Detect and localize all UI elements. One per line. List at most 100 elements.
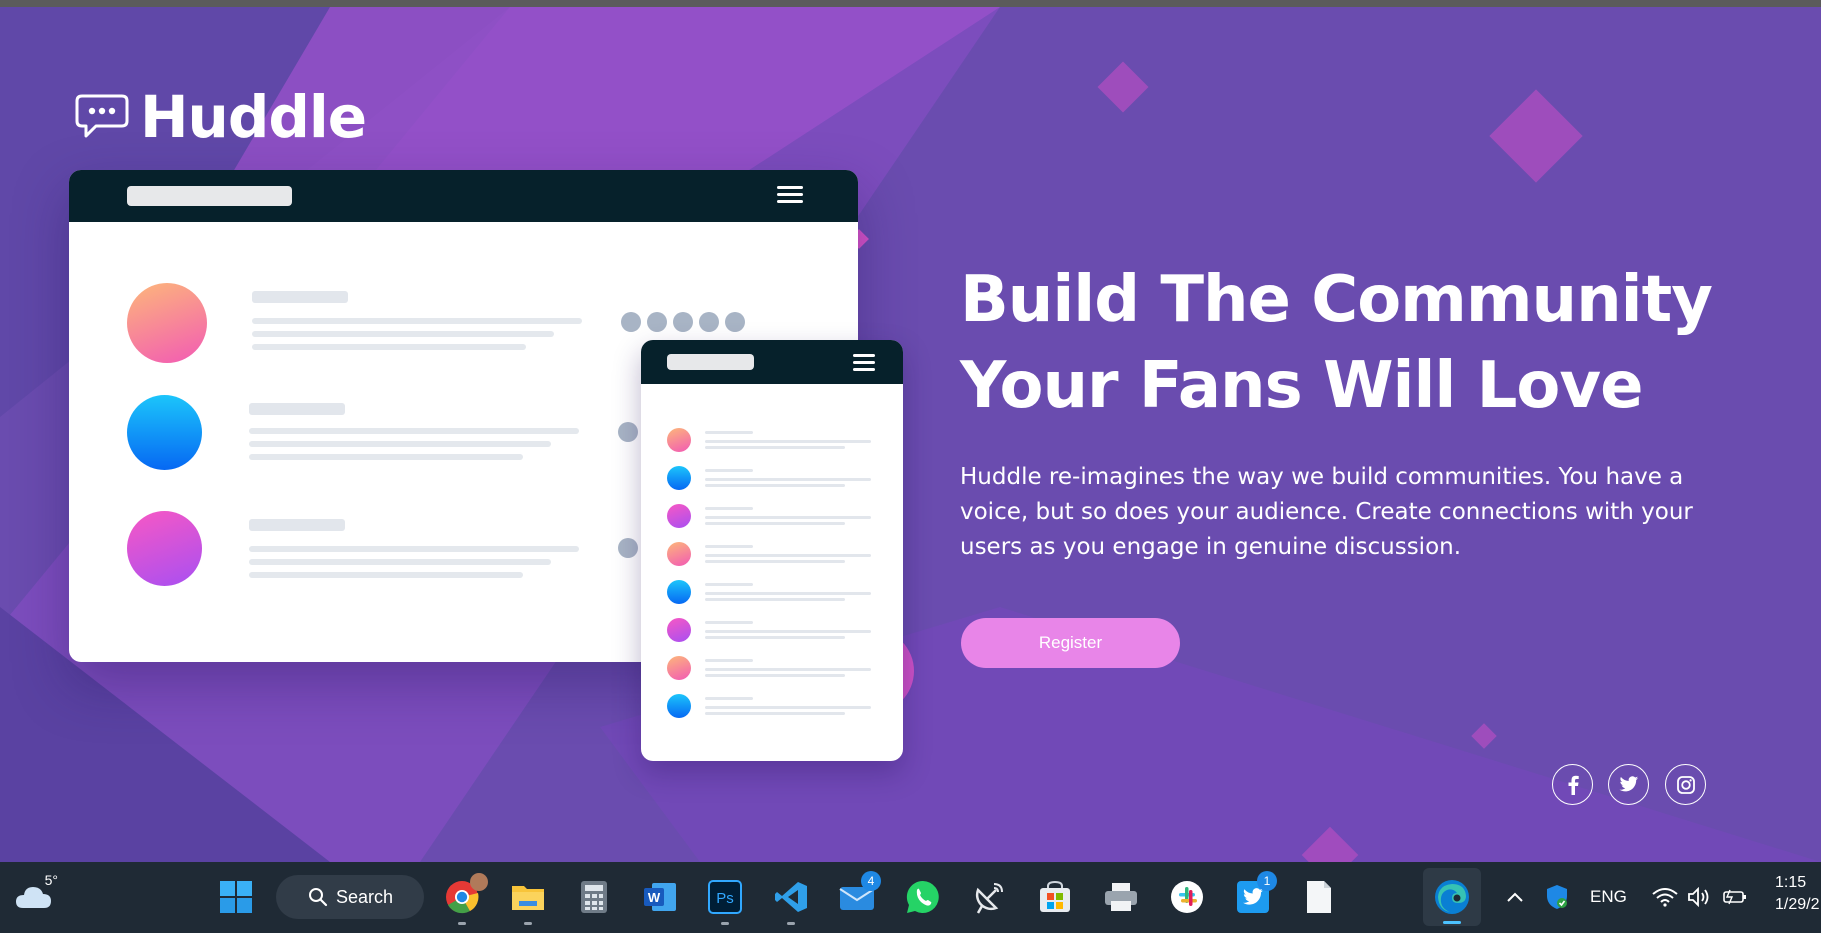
svg-text:Ps: Ps [716, 890, 734, 907]
satellite-dish-icon [975, 883, 1003, 914]
text-placeholder [705, 621, 753, 624]
text-placeholder [249, 572, 523, 578]
text-placeholder [249, 546, 579, 552]
profile-avatar [470, 873, 488, 891]
text-placeholder [705, 706, 871, 709]
text-placeholder [249, 441, 551, 447]
dot-placeholder [647, 312, 667, 332]
windows-taskbar: 5° Search W Ps 4 1 ENG 1:15 1/29/2 [0, 862, 1821, 933]
text-placeholder [249, 428, 579, 434]
text-placeholder [252, 318, 582, 324]
avatar-placeholder [667, 542, 691, 566]
chevron-up-icon [1507, 892, 1523, 902]
mobile-mockup-illustration [641, 340, 903, 761]
dot-placeholder [725, 312, 745, 332]
taskbar-search-box[interactable]: Search [276, 875, 424, 919]
photoshop-icon: Ps [708, 880, 742, 914]
text-placeholder [252, 291, 348, 303]
dot-placeholder [618, 538, 638, 558]
running-indicator [787, 922, 795, 925]
language-indicator[interactable]: ENG [1590, 887, 1627, 907]
calculator-icon [581, 881, 607, 913]
avatar-placeholder [667, 694, 691, 718]
text-placeholder [705, 659, 753, 662]
vscode-icon [775, 882, 807, 912]
search-icon [309, 888, 328, 907]
avatar-placeholder [127, 283, 207, 363]
vscode-taskbar-button[interactable] [769, 875, 813, 925]
text-placeholder [705, 630, 871, 633]
text-placeholder [249, 559, 551, 565]
clock[interactable]: 1:15 1/29/2 [1775, 872, 1821, 916]
security-tray-button[interactable] [1540, 875, 1574, 919]
text-placeholder [705, 484, 845, 487]
text-placeholder [705, 598, 845, 601]
notepad-taskbar-button[interactable] [1297, 875, 1341, 919]
hamburger-menu-icon [853, 354, 875, 375]
chat-bubble-icon [75, 94, 129, 138]
mockup-header-bar [69, 170, 858, 222]
hero-headline: Build The Community Your Fans Will Love [960, 257, 1780, 429]
search-label: Search [336, 886, 394, 907]
facebook-icon[interactable] [1552, 764, 1593, 805]
avatar-placeholder [127, 395, 202, 470]
whatsapp-icon [906, 880, 939, 913]
avatar-placeholder [667, 504, 691, 528]
printer-app-taskbar-button[interactable] [1099, 875, 1143, 919]
headline-line-1: Build The Community [960, 263, 1713, 337]
twitter-taskbar-button[interactable]: 1 [1231, 871, 1277, 919]
edge-icon [1435, 880, 1469, 914]
slack-taskbar-button[interactable] [1165, 875, 1209, 919]
file-explorer-taskbar-button[interactable] [506, 875, 550, 925]
avatar-placeholder [127, 511, 202, 586]
text-placeholder [249, 454, 523, 460]
avatar-placeholder [667, 466, 691, 490]
store-icon [1040, 880, 1070, 912]
text-placeholder [249, 519, 345, 531]
text-placeholder [705, 522, 845, 525]
text-placeholder [705, 554, 871, 557]
twitter-icon[interactable] [1608, 764, 1649, 805]
dot-placeholder [699, 312, 719, 332]
store-taskbar-button[interactable] [1033, 875, 1077, 919]
wifi-icon [1652, 888, 1678, 907]
slack-icon [1171, 881, 1203, 913]
start-button[interactable] [214, 875, 258, 919]
word-taskbar-button[interactable]: W [638, 875, 682, 919]
instagram-icon[interactable] [1665, 764, 1706, 805]
edge-taskbar-button[interactable] [1423, 868, 1481, 926]
mail-taskbar-button[interactable]: 4 [835, 871, 881, 919]
text-placeholder [705, 478, 871, 481]
brand-name: Huddle [140, 83, 367, 151]
text-placeholder [252, 344, 526, 350]
calculator-taskbar-button[interactable] [572, 875, 616, 919]
text-placeholder [705, 516, 871, 519]
speaker-icon [1688, 887, 1709, 907]
running-indicator [458, 922, 466, 925]
register-button[interactable]: Register [961, 618, 1180, 668]
window-top-border [0, 0, 1821, 7]
brand-logo[interactable]: Huddle [74, 83, 367, 151]
whatsapp-taskbar-button[interactable] [901, 875, 945, 919]
text-placeholder [705, 636, 845, 639]
text-placeholder [705, 446, 845, 449]
show-hidden-icons-button[interactable] [1500, 875, 1530, 919]
mail-badge: 4 [861, 871, 881, 891]
weather-widget[interactable]: 5° [8, 872, 60, 919]
chrome-taskbar-button[interactable] [440, 873, 488, 925]
avatar-placeholder [667, 428, 691, 452]
text-placeholder [705, 592, 871, 595]
volume-tray-button[interactable] [1682, 875, 1716, 919]
photoshop-taskbar-button[interactable]: Ps [703, 875, 747, 925]
document-icon [1307, 881, 1331, 913]
avatar-placeholder [667, 656, 691, 680]
avatar-placeholder [667, 580, 691, 604]
text-placeholder [705, 560, 845, 563]
avatar-placeholder [667, 618, 691, 642]
satellite-app-taskbar-button[interactable] [967, 875, 1011, 919]
dot-placeholder [621, 312, 641, 332]
network-tray-button[interactable] [1648, 875, 1682, 919]
dot-placeholder [618, 422, 638, 442]
battery-tray-button[interactable] [1718, 875, 1752, 919]
clock-date: 1/29/2 [1775, 896, 1820, 913]
